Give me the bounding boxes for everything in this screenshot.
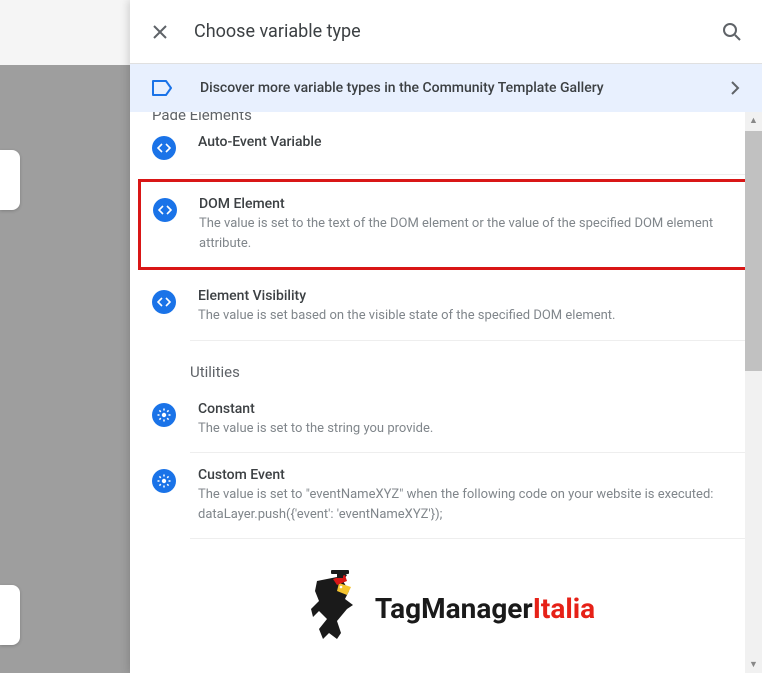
variable-item-auto-event[interactable]: Auto-Event Variable — [130, 120, 762, 174]
variable-desc: The value is set to the text of the DOM … — [199, 214, 733, 253]
close-icon — [152, 24, 168, 40]
variable-desc: The value is set to "eventNameXYZ" when … — [198, 485, 740, 524]
brand-part2: Italia — [533, 592, 595, 625]
community-gallery-banner[interactable]: Discover more variable types in the Comm… — [130, 64, 762, 112]
close-button[interactable] — [148, 20, 172, 44]
code-icon — [152, 136, 176, 160]
variable-list: Page Elements Auto-Event Variable DOM El… — [130, 112, 762, 667]
variable-title: Custom Event — [198, 467, 740, 483]
variable-desc: The value is set to the string you provi… — [198, 419, 740, 439]
divider — [190, 174, 746, 175]
panel-title: Choose variable type — [194, 21, 698, 42]
code-icon — [152, 290, 176, 314]
search-icon — [722, 22, 742, 42]
search-button[interactable] — [720, 20, 744, 44]
variable-item-element-visibility[interactable]: Element Visibility The value is set base… — [130, 274, 762, 340]
gear-icon — [152, 403, 176, 427]
background-card — [0, 150, 20, 210]
variable-item-constant[interactable]: Constant The value is set to the string … — [130, 387, 762, 453]
choose-variable-panel: Choose variable type Discover more varia… — [130, 0, 762, 673]
scrollbar-thumb[interactable] — [745, 131, 762, 371]
brand-name: TagManagerItalia — [375, 592, 595, 625]
banner-text: Discover more variable types in the Comm… — [200, 80, 702, 96]
brand-watermark: TagManagerItalia — [130, 569, 762, 647]
scroll-up-icon[interactable]: ▲ — [745, 112, 762, 129]
scroll-area: Page Elements Auto-Event Variable DOM El… — [130, 112, 762, 673]
woodpecker-icon — [297, 569, 367, 647]
background-card — [0, 585, 20, 645]
variable-title: Auto-Event Variable — [198, 134, 740, 150]
section-heading-utilities: Utilities — [130, 341, 762, 387]
variable-title: Constant — [198, 401, 740, 417]
scroll-down-icon[interactable]: ▼ — [745, 656, 762, 673]
variable-item-custom-event[interactable]: Custom Event The value is set to "eventN… — [130, 453, 762, 538]
scrollbar[interactable]: ▲ ▼ — [745, 112, 762, 673]
divider — [190, 538, 746, 539]
variable-item-dom-element[interactable]: DOM Element The value is set to the text… — [141, 182, 745, 267]
highlighted-item: DOM Element The value is set to the text… — [138, 179, 748, 270]
variable-title: Element Visibility — [198, 288, 740, 304]
brand-part1: TagManager — [375, 592, 533, 625]
gear-icon — [152, 469, 176, 493]
variable-title: DOM Element — [199, 196, 733, 212]
code-icon — [153, 198, 177, 222]
dim-backdrop — [0, 65, 130, 673]
variable-desc: The value is set based on the visible st… — [198, 306, 740, 326]
panel-header: Choose variable type — [130, 0, 762, 64]
chevron-right-icon — [730, 81, 740, 95]
section-heading-page-elements: Page Elements — [130, 112, 762, 120]
tag-icon — [152, 80, 172, 96]
